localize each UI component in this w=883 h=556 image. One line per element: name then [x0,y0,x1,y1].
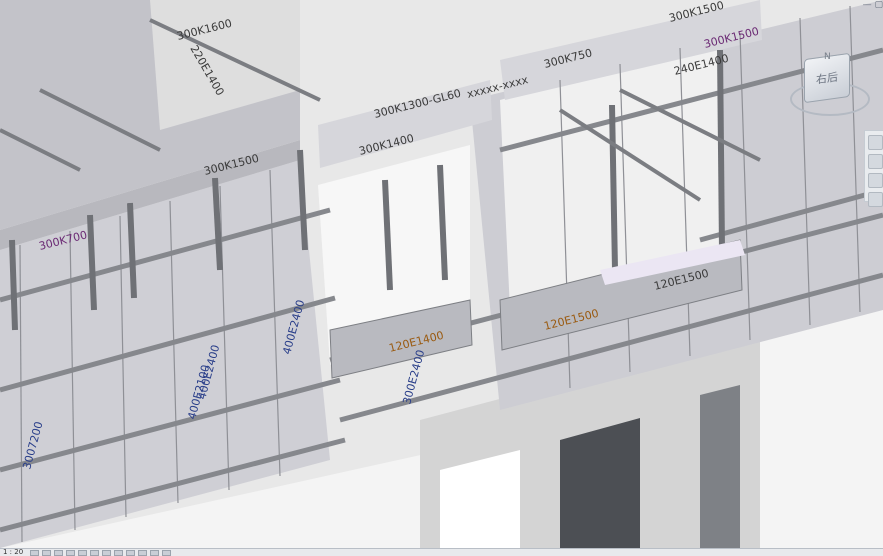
view-control-button[interactable] [54,549,64,556]
3d-viewport[interactable]: 300K1500 300K1500 300K750 300K1300-GL60 300K… [0,0,883,548]
compass-north-label: N [824,52,831,62]
view-control-button[interactable] [42,549,52,556]
view-control-button[interactable] [30,549,40,556]
pan-icon[interactable] [868,173,883,188]
slab-wall-dark [700,385,740,548]
view-control-button[interactable] [102,549,112,556]
view-control-button[interactable] [150,549,160,556]
view-control-bar: 1 : 20 [0,548,883,556]
view-control-button[interactable] [114,549,124,556]
view-control-button[interactable] [162,549,172,556]
slab-opening [560,418,640,548]
zoom-icon[interactable] [868,154,883,169]
view-control-button[interactable] [138,549,148,556]
view-control-button[interactable] [126,549,136,556]
steering-wheel-icon[interactable] [868,135,883,150]
view-control-button[interactable] [66,549,76,556]
navigation-bar[interactable] [864,130,883,207]
view-scale[interactable]: 1 : 20 [3,549,23,556]
viewport-window-controls[interactable]: — ▢ [852,0,883,12]
orbit-icon[interactable] [868,192,883,207]
view-control-button[interactable] [78,549,88,556]
viewcube[interactable]: 右后 N [790,52,870,116]
formwork-model-scene[interactable]: 300K1500300K1500300K750300K1300-GL60300K… [0,0,883,548]
view-control-button[interactable] [90,549,100,556]
